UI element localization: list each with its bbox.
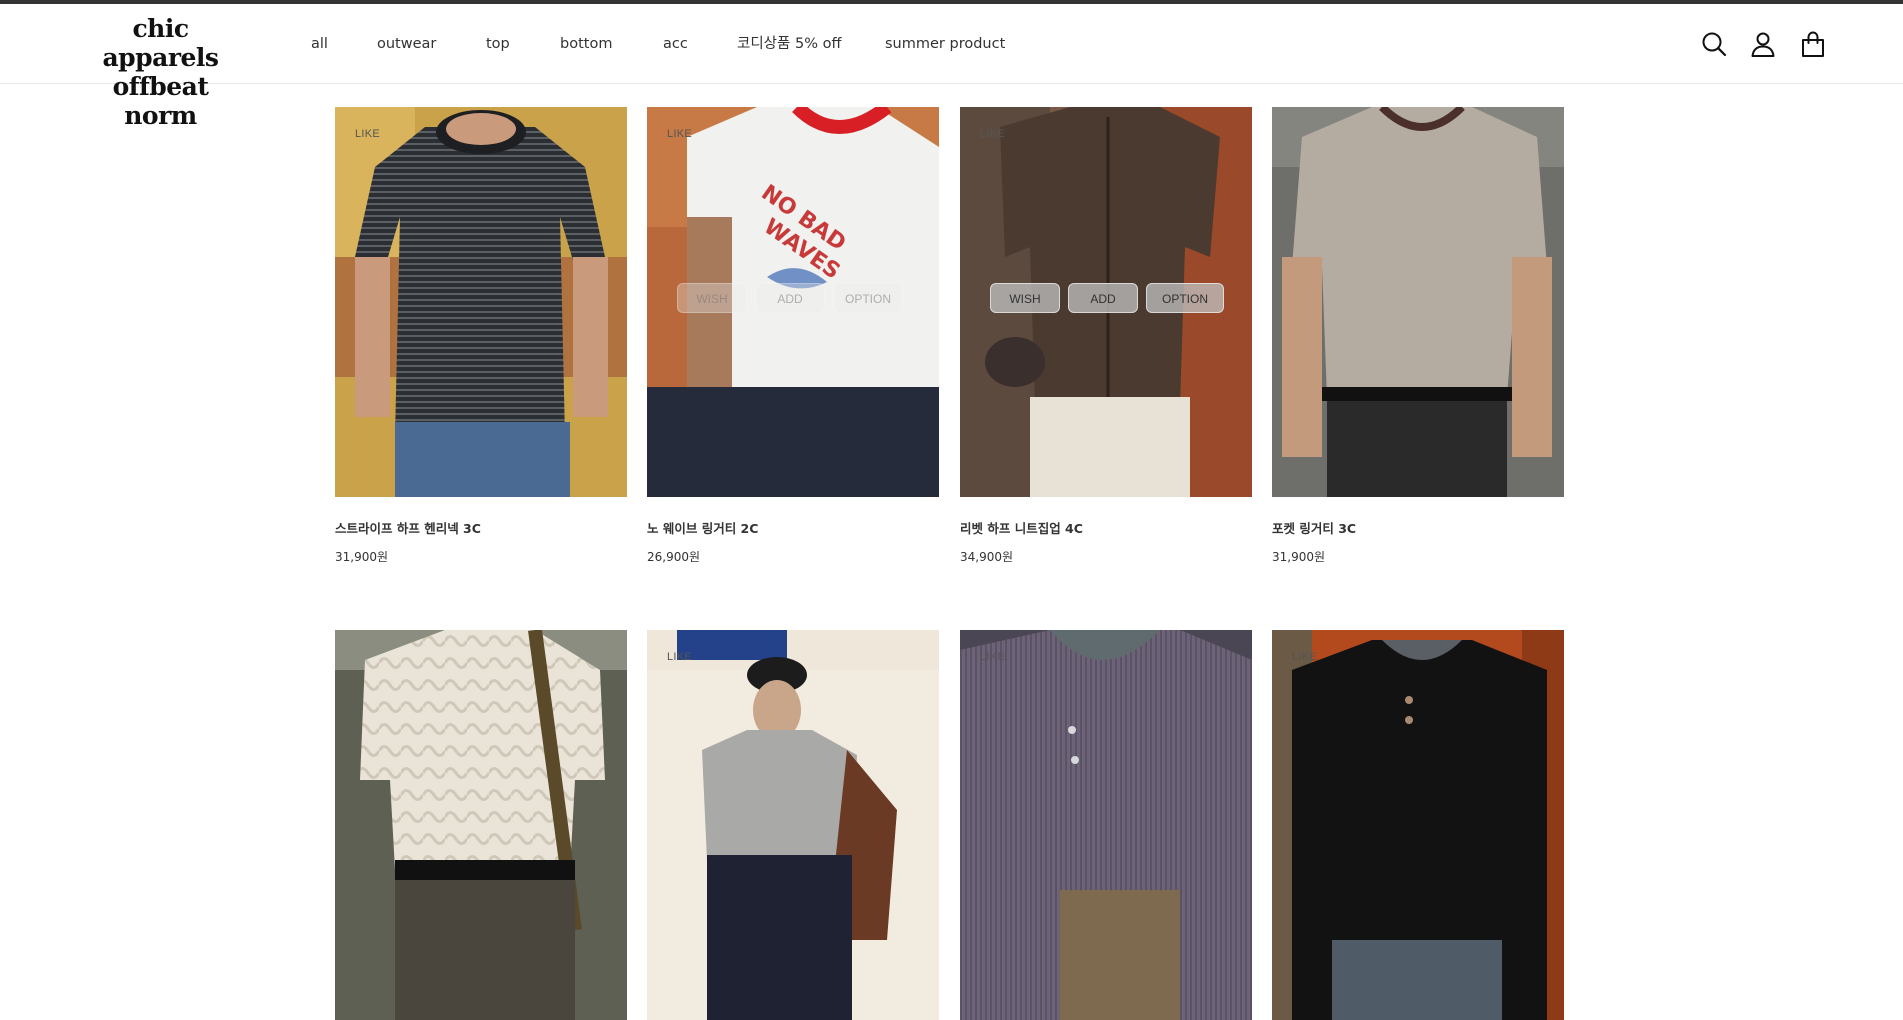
product-name[interactable]: 포켓 링거티 3C bbox=[1272, 518, 1356, 537]
add-button[interactable]: ADD bbox=[755, 283, 825, 313]
product-name[interactable]: 노 웨이브 링거티 2C bbox=[647, 518, 758, 537]
search-icon[interactable] bbox=[1700, 30, 1728, 58]
nav-coordi-sale[interactable]: 코디상품 5% off bbox=[737, 34, 841, 54]
option-button[interactable]: OPTION bbox=[1146, 283, 1224, 313]
product-image[interactable]: NO BAD WAVES LIKE WISH ADD OPTION bbox=[647, 107, 939, 497]
product-price: 34,900원 bbox=[960, 550, 1014, 564]
nav-bottom[interactable]: bottom bbox=[560, 34, 612, 54]
like-label[interactable]: LIKE bbox=[980, 128, 1005, 140]
product-price: 26,900원 bbox=[647, 550, 701, 564]
product-image[interactable]: LIKE WISH ADD OPTION bbox=[960, 107, 1252, 497]
cart-icon[interactable] bbox=[1799, 30, 1827, 58]
product-image[interactable]: LIKE bbox=[335, 107, 627, 497]
product-name[interactable]: 스트라이프 하프 헨리넥 3C bbox=[335, 518, 481, 537]
like-label[interactable]: LIKE bbox=[667, 651, 692, 663]
product-image[interactable] bbox=[335, 630, 627, 1020]
nav-acc[interactable]: acc bbox=[663, 34, 688, 54]
like-label[interactable]: LIKE bbox=[667, 128, 692, 140]
nav-top[interactable]: top bbox=[486, 34, 510, 54]
user-icon[interactable] bbox=[1749, 30, 1777, 58]
option-button[interactable]: OPTION bbox=[833, 283, 903, 313]
wish-button[interactable]: WISH bbox=[677, 283, 747, 313]
product-name[interactable]: 리벳 하프 니트집업 4C bbox=[960, 518, 1083, 537]
brand-line-2: offbeat norm bbox=[112, 72, 209, 130]
product-image[interactable] bbox=[1272, 107, 1564, 497]
brand-logo[interactable]: chic apparels offbeat norm bbox=[73, 14, 248, 130]
site-header: chic apparels offbeat norm all outwear t… bbox=[0, 4, 1903, 130]
like-label[interactable]: LIKE bbox=[980, 651, 1005, 663]
product-price: 31,900원 bbox=[1272, 550, 1326, 564]
like-label[interactable]: LIKE bbox=[355, 128, 380, 140]
nav-all[interactable]: all bbox=[311, 34, 328, 54]
nav-outwear[interactable]: outwear bbox=[377, 34, 436, 54]
nav-summer-product[interactable]: summer product bbox=[885, 34, 1005, 54]
product-image[interactable]: LIKE bbox=[647, 630, 939, 1020]
product-image[interactable]: LIKE bbox=[960, 630, 1252, 1020]
product-price: 31,900원 bbox=[335, 550, 389, 564]
product-image[interactable]: LIKE bbox=[1272, 630, 1564, 1020]
like-label[interactable]: LIKE bbox=[1292, 651, 1317, 663]
add-button[interactable]: ADD bbox=[1068, 283, 1138, 313]
brand-line-1: chic apparels bbox=[102, 14, 219, 72]
wish-button[interactable]: WISH bbox=[990, 283, 1060, 313]
